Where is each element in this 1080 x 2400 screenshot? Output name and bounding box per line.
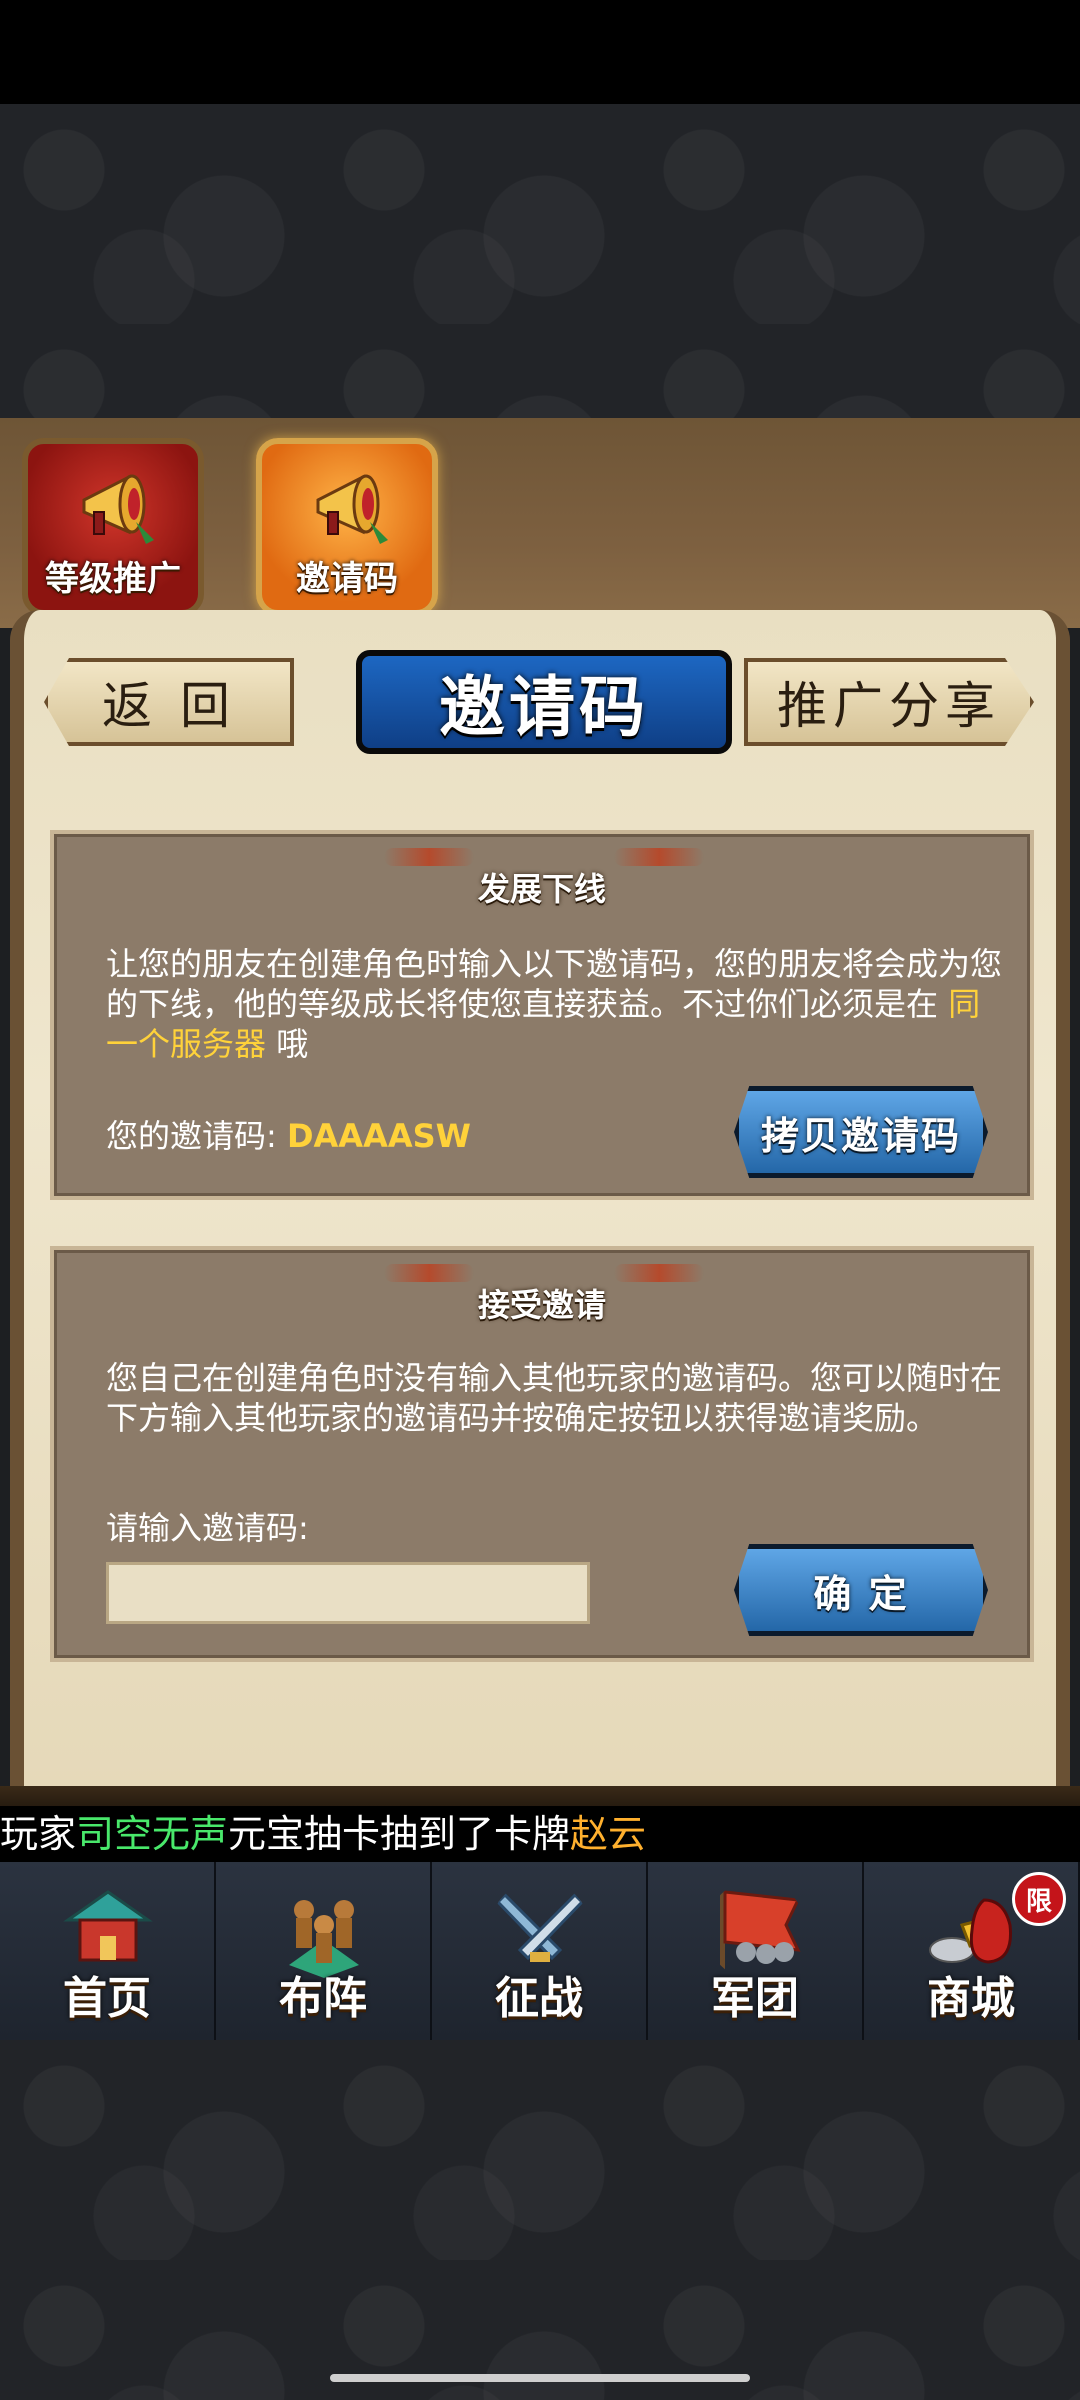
tab-invite-code[interactable]: 邀请码 bbox=[256, 438, 438, 616]
status-bar bbox=[0, 0, 1080, 104]
invite-code-input[interactable] bbox=[106, 1562, 590, 1624]
tab-invite-code-label: 邀请码 bbox=[296, 559, 398, 599]
cloud-background-bottom bbox=[0, 2040, 1080, 2400]
accept-description: 您自己在创建角色时没有输入其他玩家的邀请码。您可以随时在下方输入其他玩家的邀请码… bbox=[106, 1359, 1003, 1437]
nav-formation-label: 布阵 bbox=[279, 1973, 367, 2024]
develop-title: 发展下线 bbox=[477, 870, 606, 908]
tab-grade-promotion[interactable]: 等级推广 bbox=[22, 438, 204, 616]
develop-subordinate-card: 发展下线 让您的朋友在创建角色时输入以下邀请码，您的朋友将会成为您的下线，他的等… bbox=[50, 830, 1034, 1200]
develop-description: 让您的朋友在创建角色时输入以下邀请码，您的朋友将会成为您的下线，他的等级成长将使… bbox=[106, 944, 1006, 1064]
nav-home-label: 首页 bbox=[63, 1973, 151, 2024]
accept-invitation-card: 接受邀请 您自己在创建角色时没有输入其他玩家的邀请码。您可以随时在下方输入其他玩… bbox=[50, 1246, 1034, 1662]
share-promotion-button[interactable]: 推广分享 bbox=[744, 658, 1034, 746]
nav-legion-label: 军团 bbox=[711, 1973, 799, 2024]
ticker-prefix: 玩家 bbox=[0, 1812, 77, 1856]
develop-description-suffix: 哦 bbox=[266, 1025, 309, 1063]
invite-code-label: 您的邀请码: bbox=[106, 1117, 277, 1155]
page-title: 邀请码 bbox=[356, 650, 732, 754]
nav-shop-label: 商城 bbox=[927, 1973, 1015, 2024]
megaphone-icon bbox=[316, 474, 388, 544]
megaphone-icon bbox=[82, 474, 154, 544]
ticker-card-name: 赵云 bbox=[570, 1812, 647, 1856]
bottom-navigation: 首页 布阵 征战 军团 商城 限 bbox=[0, 1862, 1080, 2040]
input-code-label: 请输入邀请码: bbox=[106, 1509, 309, 1547]
nav-legion[interactable]: 军团 bbox=[648, 1862, 864, 2040]
accept-title: 接受邀请 bbox=[477, 1286, 606, 1324]
tab-grade-promotion-label: 等级推广 bbox=[45, 559, 181, 599]
home-indicator[interactable] bbox=[330, 2374, 750, 2382]
nav-strip: 返 回 邀请码 推广分享 bbox=[36, 650, 1044, 754]
nav-formation[interactable]: 布阵 bbox=[216, 1862, 432, 2040]
copy-invite-code-button[interactable]: 拷贝邀请码 bbox=[734, 1086, 988, 1178]
limited-badge: 限 bbox=[1012, 1872, 1066, 1926]
nav-battle[interactable]: 征战 bbox=[432, 1862, 648, 2040]
ticker-message: 元宝抽卡抽到了卡牌 bbox=[228, 1812, 571, 1856]
back-button[interactable]: 返 回 bbox=[44, 658, 294, 746]
nav-home[interactable]: 首页 bbox=[0, 1862, 216, 2040]
nav-battle-label: 征战 bbox=[495, 1973, 583, 2024]
confirm-button[interactable]: 确 定 bbox=[734, 1544, 988, 1636]
cloud-background-top bbox=[0, 104, 1080, 418]
develop-description-text: 让您的朋友在创建角色时输入以下邀请码，您的朋友将会成为您的下线，他的等级成长将使… bbox=[106, 945, 1003, 1023]
ticker-player-name: 司空无声 bbox=[76, 1812, 229, 1856]
invite-code-value: DAAAASW bbox=[286, 1117, 471, 1155]
broadcast-ticker: 玩家司空无声元宝抽卡抽到了卡牌赵云 bbox=[0, 1806, 1080, 1862]
invite-code-row: 您的邀请码: DAAAASW bbox=[106, 1116, 471, 1156]
nav-shop[interactable]: 商城 限 bbox=[864, 1862, 1080, 2040]
